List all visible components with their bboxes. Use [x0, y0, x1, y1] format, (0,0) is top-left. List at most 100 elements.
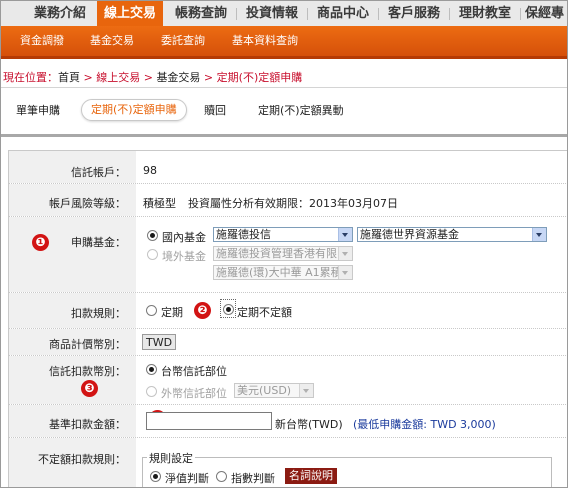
explain-terms-button[interactable]: 名詞說明 — [285, 468, 337, 484]
value-cell: 國內基金 施羅德投信 施羅德世界資源基金 境外基金 施羅德投資管理香港有限 施羅… — [136, 217, 567, 292]
regular-variable-label: 定期不定額 — [237, 306, 292, 319]
nav-separator — [378, 8, 379, 20]
purchase-form: 信託帳戶： 98 帳戶風險等級： 積極型 投資屬性分析有效期限：2013年03月… — [8, 150, 567, 487]
top-nav: 業務介紹 線上交易 帳務查詢 投資情報 商品中心 客戶服務 理財教室 保經專 — [1, 1, 567, 26]
tab-single-purchase[interactable]: 單筆申購 — [16, 101, 60, 121]
row-fund: ❶ 申購基金： 國內基金 施羅德投信 施羅德世界資源基金 境外基金 施羅德投資管… — [9, 217, 567, 293]
product-currency-value: TWD — [142, 334, 177, 350]
value-cell: 定期 ❷ 定期不定額 — [136, 293, 567, 328]
min-amount-note: (最低申購金額: TWD 3,000) — [353, 418, 496, 431]
value-cell: 積極型 投資屬性分析有效期限：2013年03月07日 — [136, 184, 567, 216]
radio-regular[interactable] — [146, 305, 157, 316]
foreign-currency-value: 美元(USD) — [237, 384, 292, 397]
row-deduction-rule: 扣款規則： 定期 ❷ 定期不定額 — [9, 293, 567, 329]
nav-separator — [520, 8, 521, 20]
breadcrumb-home[interactable]: 首頁 — [58, 71, 80, 84]
foreign-trust-label: 外幣信託部位 — [161, 387, 227, 400]
chevron-down-icon — [338, 247, 352, 260]
overseas-fund-select[interactable]: 施羅德(環)大中華 A1累積 — [213, 265, 353, 280]
account-value: 98 — [143, 164, 157, 177]
nav-item-product-center[interactable]: 商品中心 — [312, 1, 374, 26]
subnav-fund-transfer[interactable]: 資金調撥 — [20, 26, 64, 56]
marker-1-icon: ❶ — [32, 234, 49, 251]
nav-item-online-trading[interactable]: 線上交易 — [97, 1, 163, 26]
regular-option-label: 定期 — [161, 306, 183, 319]
label-cell: ❶ 申購基金： — [9, 217, 136, 292]
label-cell: 信託帳戶： — [9, 151, 136, 183]
row-base-amount: 基準扣款金額： ❹ 新台幣(TWD) (最低申購金額: TWD 3,000) — [9, 405, 567, 438]
index-judgement-label: 指數判斷 — [231, 472, 275, 485]
subnav-fund-trading[interactable]: 基金交易 — [90, 26, 134, 56]
nav-item-finance-class[interactable]: 理財教室 — [454, 1, 516, 26]
radio-twd-trust[interactable] — [146, 364, 157, 375]
app-frame: 業務介紹 線上交易 帳務查詢 投資情報 商品中心 客戶服務 理財教室 保經專 資… — [0, 0, 568, 488]
nav-item-customer-service[interactable]: 客戶服務 — [383, 1, 445, 26]
amount-unit: 新台幣(TWD) — [275, 418, 343, 431]
nav-item-investment-info[interactable]: 投資情報 — [241, 1, 303, 26]
product-currency-label: 商品計價幣別： — [49, 338, 126, 351]
radio-regular-variable[interactable] — [223, 304, 234, 315]
trust-currency-label: 信託扣款幣別： — [49, 365, 126, 378]
foreign-currency-select[interactable]: 美元(USD) — [234, 383, 314, 398]
overseas-company-select[interactable]: 施羅德投資管理香港有限 — [213, 246, 353, 261]
breadcrumb-separator: > — [200, 71, 217, 84]
subnav-order-query[interactable]: 委託查詢 — [161, 26, 205, 56]
nav-item-business[interactable]: 業務介紹 — [29, 1, 91, 26]
chevron-down-icon — [338, 266, 352, 279]
breadcrumb: 現在位置：首頁 > 線上交易 > 基金交易 > 定期(不)定額申購 — [3, 69, 302, 85]
tab-redemption[interactable]: 贖回 — [204, 101, 226, 121]
base-amount-label: 基準扣款金額： — [49, 418, 126, 431]
row-account: 信託帳戶： 98 — [9, 151, 567, 184]
nav-item-insurance[interactable]: 保經專 — [525, 1, 567, 26]
nav-separator — [307, 8, 308, 20]
label-cell: 不定額扣款規則： — [9, 438, 136, 487]
value-cell: TWD — [136, 329, 567, 355]
fund-label: 申購基金： — [71, 236, 126, 249]
breadcrumb-online-trading[interactable]: 線上交易 — [96, 71, 140, 84]
marker-3-icon: ❸ — [81, 380, 98, 397]
nav-separator — [236, 8, 237, 20]
deduction-label: 扣款規則： — [71, 307, 126, 320]
variable-rule-label: 不定額扣款規則： — [38, 453, 126, 466]
domestic-fund-value: 施羅德世界資源基金 — [360, 228, 459, 241]
twd-trust-label: 台幣信託部位 — [161, 365, 227, 378]
breadcrumb-prefix: 現在位置： — [3, 71, 58, 84]
value-cell: 98 — [136, 151, 567, 183]
radio-overseas-fund[interactable] — [147, 249, 158, 260]
nav-item-account-query[interactable]: 帳務查詢 — [170, 1, 232, 26]
domestic-company-select[interactable]: 施羅德投信 — [213, 227, 353, 242]
account-label: 信託帳戶： — [71, 166, 126, 179]
domestic-fund-select[interactable]: 施羅德世界資源基金 — [357, 227, 547, 242]
breadcrumb-separator: > — [80, 71, 97, 84]
subnav-profile-query[interactable]: 基本資料查詢 — [232, 26, 298, 56]
label-cell: 商品計價幣別： — [9, 329, 136, 355]
overseas-company-value: 施羅德投資管理香港有限 — [216, 247, 337, 260]
risk-level: 積極型 — [143, 197, 176, 210]
breadcrumb-current: 定期(不)定額申購 — [216, 71, 303, 84]
row-variable-rule: 不定額扣款規則： 規則設定 淨值判斷 指數判斷 名詞說明 — [9, 438, 567, 487]
row-product-currency: 商品計價幣別： TWD — [9, 329, 567, 356]
radio-foreign-trust[interactable] — [146, 386, 157, 397]
nav-judgement-label: 淨值判斷 — [165, 472, 209, 485]
value-cell: ❹ 新台幣(TWD) (最低申購金額: TWD 3,000) — [136, 405, 567, 437]
radio-domestic-fund[interactable] — [147, 230, 158, 241]
chevron-down-icon — [338, 228, 352, 241]
label-cell: 信託扣款幣別： ❸ — [9, 356, 136, 404]
marker-2-icon: ❷ — [194, 302, 211, 319]
domestic-company-value: 施羅德投信 — [216, 228, 271, 241]
tab-regular-purchase[interactable]: 定期(不)定額申購 — [81, 99, 187, 121]
chevron-down-icon — [532, 228, 546, 241]
value-cell: 台幣信託部位 外幣信託部位 美元(USD) — [136, 356, 567, 404]
radio-nav-judgement[interactable] — [150, 471, 161, 482]
tab-regular-change[interactable]: 定期(不)定額異動 — [258, 101, 344, 121]
row-trust-currency: 信託扣款幣別： ❸ 台幣信託部位 外幣信託部位 美元(USD) — [9, 356, 567, 405]
radio-index-judgement[interactable] — [216, 471, 227, 482]
divider — [1, 87, 567, 88]
label-cell: 基準扣款金額： — [9, 405, 136, 437]
breadcrumb-fund-trading[interactable]: 基金交易 — [156, 71, 200, 84]
value-cell: 規則設定 淨值判斷 指數判斷 名詞說明 — [136, 438, 567, 487]
label-cell: 帳戶風險等級： — [9, 184, 136, 216]
nav-separator — [449, 8, 450, 20]
overseas-fund-label: 境外基金 — [162, 250, 206, 263]
base-amount-input[interactable] — [146, 412, 272, 430]
